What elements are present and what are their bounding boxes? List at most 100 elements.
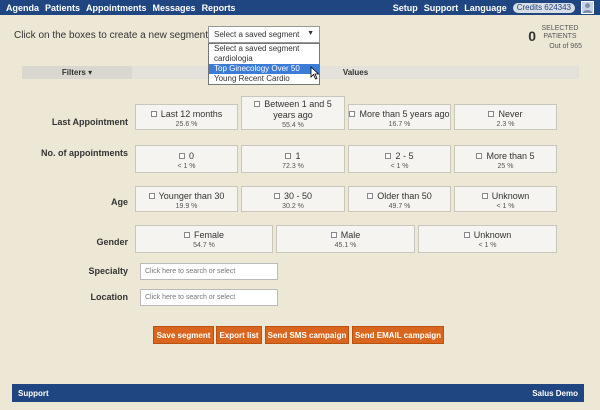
filter-option-male[interactable]: Male 45.1 % xyxy=(276,225,415,253)
segment-instruction: Click on the boxes to create a new segme… xyxy=(14,30,220,41)
checkbox[interactable] xyxy=(330,232,337,238)
nav-setup[interactable]: Setup xyxy=(393,3,418,13)
filter-option-0-appointments[interactable]: 0 < 1 % xyxy=(135,145,238,173)
filter-option-more-than-5-years[interactable]: More than 5 years ago 16.7 % xyxy=(348,104,451,130)
top-navigation: Agenda Patients Appointments Messages Re… xyxy=(0,0,600,15)
option-title: Female xyxy=(193,230,224,240)
nav-messages[interactable]: Messages xyxy=(153,3,196,13)
filters-toggle[interactable]: Filters ▾ xyxy=(22,66,132,79)
dropdown-option-highlighted[interactable]: Top Ginecology Over 50 xyxy=(209,64,319,74)
option-percentage: < 1 % xyxy=(478,242,497,249)
checkbox[interactable] xyxy=(183,232,190,238)
filter-option-last-12-months[interactable]: Last 12 months 25.6 % xyxy=(135,104,238,130)
footer-brand: Salus Demo xyxy=(532,388,578,398)
label-text: No. of appointments xyxy=(41,148,128,158)
filter-option-age-unknown[interactable]: Unknown < 1 % xyxy=(454,186,557,212)
checkbox[interactable] xyxy=(488,111,495,117)
option-percentage: 72.3 % xyxy=(282,163,304,170)
checkbox[interactable] xyxy=(273,193,280,199)
user-avatar-icon[interactable] xyxy=(581,1,594,14)
option-title: 0 xyxy=(188,151,194,161)
option-percentage: 45.1 % xyxy=(334,242,357,249)
option-title: 1 xyxy=(295,151,301,161)
checkbox[interactable] xyxy=(367,193,374,199)
option-percentage: 16.7 % xyxy=(388,121,411,128)
nav-appointments[interactable]: Appointments xyxy=(86,3,147,13)
filter-label-age: Age xyxy=(110,197,128,207)
option-percentage: < 1 % xyxy=(177,163,196,170)
nav-agenda[interactable]: Agenda xyxy=(6,3,39,13)
checkbox[interactable] xyxy=(148,193,155,199)
option-percentage: < 1 % xyxy=(496,203,515,210)
specialty-search-input[interactable]: Click here to search or select xyxy=(140,263,278,280)
filter-option-1-appointment[interactable]: 1 72.3 % xyxy=(241,145,345,173)
checkbox[interactable] xyxy=(349,111,356,117)
option-title: 30 - 50 xyxy=(283,191,313,201)
filter-option-never[interactable]: Never 2.3 % xyxy=(454,104,557,130)
saved-segment-select-value: Select a saved segment xyxy=(214,30,300,39)
checkbox[interactable] xyxy=(150,111,157,117)
dropdown-option[interactable]: cardiologia xyxy=(209,54,319,64)
footer-support-link[interactable]: Support xyxy=(18,389,49,398)
option-title: Between 1 and 5 years ago xyxy=(264,99,332,120)
checkbox[interactable] xyxy=(254,101,261,107)
filter-label-location: Location xyxy=(90,292,129,302)
nav-reports[interactable]: Reports xyxy=(202,3,236,13)
filter-label-specialty: Specialty xyxy=(88,266,128,276)
nav-language[interactable]: Language xyxy=(464,3,507,13)
option-percentage: 25.6 % xyxy=(175,121,198,128)
option-percentage: 49.7 % xyxy=(388,203,411,210)
filter-option-more-than-5-appointments[interactable]: More than 5 25 % xyxy=(454,145,557,173)
values-header: Values xyxy=(342,68,369,77)
checkbox[interactable] xyxy=(178,153,185,159)
filter-option-older-than-50[interactable]: Older than 50 49.7 % xyxy=(348,186,451,212)
saved-segment-select[interactable]: Select a saved segment ▼ xyxy=(208,26,320,43)
filter-label-num-appointments: No. of appointments xyxy=(18,148,128,159)
saved-segment-dropdown: Select a saved segment cardiologia Top G… xyxy=(208,43,320,85)
filter-option-gender-unknown[interactable]: Unknown < 1 % xyxy=(418,225,557,253)
nav-patients[interactable]: Patients xyxy=(45,3,80,13)
dropdown-option[interactable]: Select a saved segment xyxy=(209,44,319,54)
filter-label-last-appointment: Last Appointment xyxy=(51,117,128,127)
option-title: Unknown xyxy=(473,230,512,240)
send-sms-campaign-button[interactable]: Send SMS campaign xyxy=(265,326,349,344)
checkbox[interactable] xyxy=(285,153,292,159)
credits-badge[interactable]: Credits 624343 xyxy=(512,2,575,13)
checkbox[interactable] xyxy=(481,193,488,199)
checkbox[interactable] xyxy=(463,232,470,238)
option-title: Last 12 months xyxy=(160,109,223,119)
filter-label-gender: Gender xyxy=(96,237,128,247)
chevron-down-icon: ▼ xyxy=(307,30,314,37)
patients-total: Out of 965 xyxy=(549,43,582,50)
dropdown-option[interactable]: Young Recent Cardio xyxy=(209,74,319,84)
location-search-input[interactable]: Click here to search or select xyxy=(140,289,278,306)
footer-bar: Support Salus Demo xyxy=(12,384,584,402)
mouse-pointer-icon xyxy=(310,66,320,83)
selected-count: 0 xyxy=(528,28,536,44)
checkbox[interactable] xyxy=(476,153,483,159)
option-title: 2 - 5 xyxy=(395,151,414,161)
option-title: Unknown xyxy=(491,191,530,201)
option-title: More than 5 xyxy=(486,151,535,161)
filter-option-2-5-appointments[interactable]: 2 - 5 < 1 % xyxy=(348,145,451,173)
export-list-button[interactable]: Export list xyxy=(216,326,262,344)
filter-option-female[interactable]: Female 54.7 % xyxy=(135,225,273,253)
nav-support[interactable]: Support xyxy=(424,3,459,13)
option-percentage: < 1 % xyxy=(390,163,409,170)
selected-patients-counter: 0 SELECTED PATIENTS Out of 965 xyxy=(528,25,582,50)
option-percentage: 2.3 % xyxy=(496,121,515,128)
send-email-campaign-button[interactable]: Send EMAIL campaign xyxy=(352,326,444,344)
option-percentage: 19.9 % xyxy=(175,203,198,210)
option-percentage: 54.7 % xyxy=(193,242,215,249)
option-percentage: 30.2 % xyxy=(282,203,304,210)
filter-option-1-to-5-years[interactable]: Between 1 and 5 years ago 55.4 % xyxy=(241,96,345,130)
option-title: Older than 50 xyxy=(377,191,432,201)
option-percentage: 55.4 % xyxy=(282,122,304,129)
option-title: More than 5 years ago xyxy=(359,109,450,119)
option-title: Never xyxy=(498,109,523,119)
save-segment-button[interactable]: Save segment xyxy=(153,326,214,344)
option-title: Male xyxy=(340,230,361,240)
filter-option-younger-than-30[interactable]: Younger than 30 19.9 % xyxy=(135,186,238,212)
checkbox[interactable] xyxy=(385,153,392,159)
filter-option-30-50[interactable]: 30 - 50 30.2 % xyxy=(241,186,345,212)
